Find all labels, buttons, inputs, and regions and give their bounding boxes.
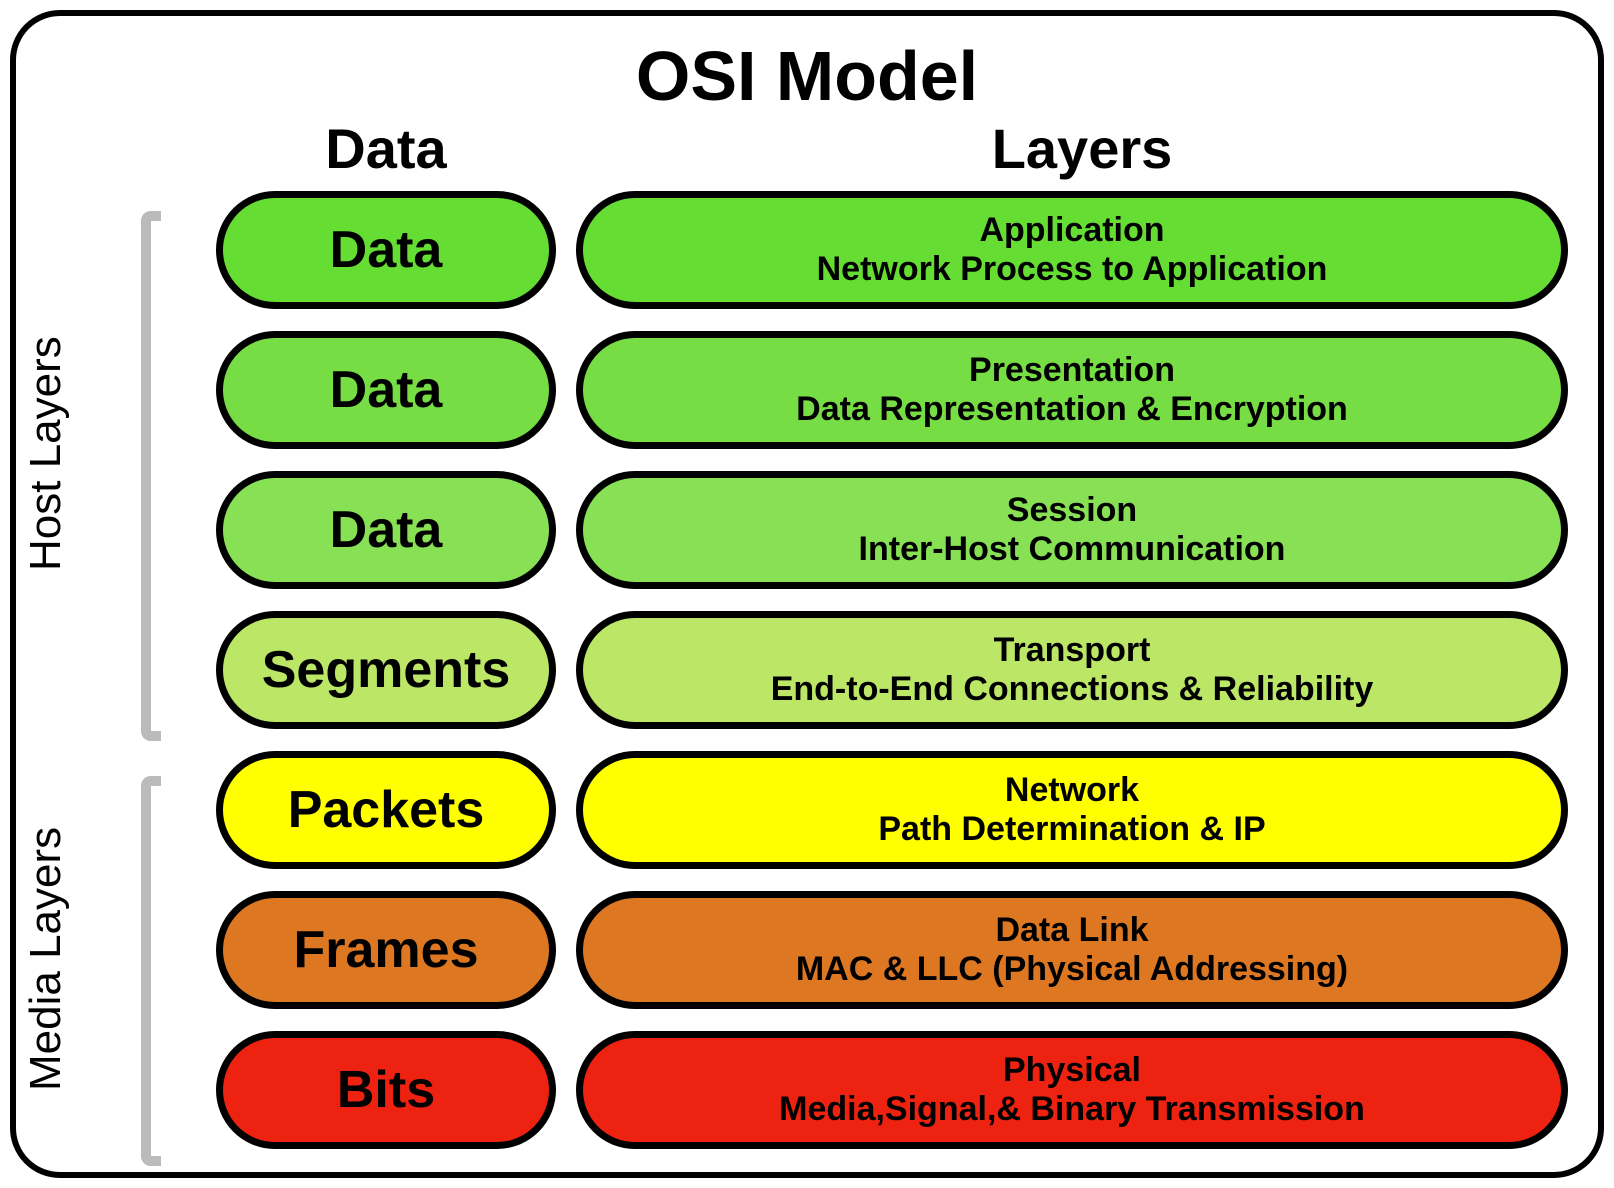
layer-name: Data Link	[995, 911, 1148, 950]
layer-row-session: Data Session Inter-Host Communication	[216, 471, 1568, 589]
layer-pill: Data Link MAC & LLC (Physical Addressing…	[576, 891, 1568, 1009]
column-header-data: Data	[216, 116, 556, 181]
data-unit-label: Bits	[337, 1060, 435, 1120]
layer-row-transport: Segments Transport End-to-End Connection…	[216, 611, 1568, 729]
data-unit-pill: Bits	[216, 1031, 556, 1149]
layer-pill: Physical Media,Signal,& Binary Transmiss…	[576, 1031, 1568, 1149]
layer-row-physical: Bits Physical Media,Signal,& Binary Tran…	[216, 1031, 1568, 1149]
media-layers-bracket	[141, 776, 161, 1166]
layer-description: End-to-End Connections & Reliability	[771, 670, 1374, 709]
layer-description: Media,Signal,& Binary Transmission	[779, 1090, 1365, 1129]
layer-description: Path Determination & IP	[878, 810, 1265, 849]
data-unit-pill: Segments	[216, 611, 556, 729]
host-layers-label: Host Layers	[21, 336, 71, 571]
layer-name: Transport	[994, 631, 1151, 670]
host-layers-bracket	[141, 211, 161, 741]
data-unit-label: Packets	[288, 780, 485, 840]
data-unit-pill: Frames	[216, 891, 556, 1009]
layer-name: Network	[1005, 771, 1139, 810]
layer-description: Network Process to Application	[817, 250, 1328, 289]
data-unit-pill: Data	[216, 471, 556, 589]
layer-pill: Transport End-to-End Connections & Relia…	[576, 611, 1568, 729]
layer-name: Application	[979, 211, 1164, 250]
layer-row-application: Data Application Network Process to Appl…	[216, 191, 1568, 309]
column-headers: Data Layers	[216, 116, 1568, 181]
layer-row-presentation: Data Presentation Data Representation & …	[216, 331, 1568, 449]
layer-description: Data Representation & Encryption	[796, 390, 1348, 429]
layer-description: Inter-Host Communication	[859, 530, 1286, 569]
column-header-layers: Layers	[596, 116, 1568, 181]
layer-pill: Application Network Process to Applicati…	[576, 191, 1568, 309]
layer-pill: Network Path Determination & IP	[576, 751, 1568, 869]
data-unit-pill: Data	[216, 191, 556, 309]
data-unit-pill: Packets	[216, 751, 556, 869]
layer-name: Physical	[1003, 1051, 1141, 1090]
osi-model-diagram: OSI Model Data Layers Host Layers Media …	[10, 10, 1604, 1178]
media-layers-label: Media Layers	[21, 827, 71, 1091]
data-unit-label: Segments	[262, 640, 511, 700]
data-unit-pill: Data	[216, 331, 556, 449]
layer-row-datalink: Frames Data Link MAC & LLC (Physical Add…	[216, 891, 1568, 1009]
diagram-title: OSI Model	[46, 36, 1568, 116]
layer-pill: Session Inter-Host Communication	[576, 471, 1568, 589]
layers-rows: Data Application Network Process to Appl…	[216, 191, 1568, 1149]
layer-pill: Presentation Data Representation & Encry…	[576, 331, 1568, 449]
layer-row-network: Packets Network Path Determination & IP	[216, 751, 1568, 869]
layer-description: MAC & LLC (Physical Addressing)	[796, 950, 1348, 989]
data-unit-label: Frames	[294, 920, 479, 980]
data-unit-label: Data	[330, 220, 443, 280]
layer-name: Presentation	[969, 351, 1175, 390]
layer-name: Session	[1007, 491, 1137, 530]
data-unit-label: Data	[330, 360, 443, 420]
data-unit-label: Data	[330, 500, 443, 560]
